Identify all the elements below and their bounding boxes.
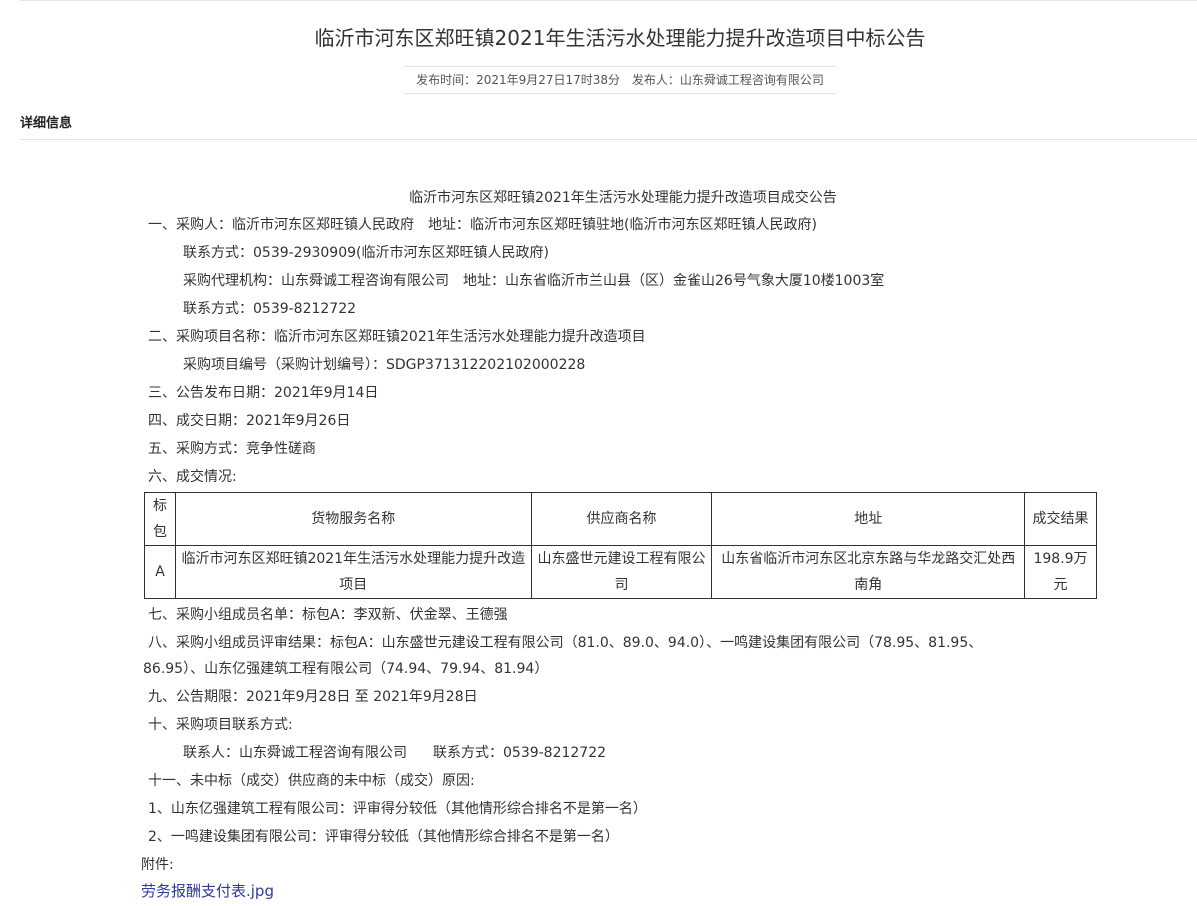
- cell-lot: A: [144, 545, 176, 599]
- contact-phone: 联系方式：0539-8212722: [433, 745, 607, 761]
- purchaser-line: 一、采购人：临沂市河东区郑旺镇人民政府 地址：临沂市河东区郑旺镇驻地(临沂市河东区…: [148, 215, 817, 235]
- header-result: 成交结果: [1024, 492, 1097, 546]
- table-header-row: 标包 货物服务名称 供应商名称 地址 成交结果: [144, 492, 1097, 546]
- contact-person: 联系人：山东舜诚工程咨询有限公司: [183, 745, 407, 761]
- review-results-line2: 86.95）、山东亿强建筑工程有限公司（74.94、79.94、81.94）: [143, 661, 549, 677]
- project-name: 二、采购项目名称：临沂市河东区郑旺镇2021年生活污水处理能力提升改造项目: [148, 329, 646, 345]
- agency: 采购代理机构：山东舜诚工程咨询有限公司: [183, 273, 449, 289]
- table-row: A 临沂市河东区郑旺镇2021年生活污水处理能力提升改造项目 山东盛世元建设工程…: [144, 545, 1097, 599]
- detail-section-label: 详细信息: [20, 116, 73, 131]
- announcement-title: 临沂市河东区郑旺镇2021年生活污水处理能力提升改造项目成交公告: [409, 190, 837, 206]
- deal-result-table: 标包 货物服务名称 供应商名称 地址 成交结果 A 临沂市河东区郑旺镇2021年…: [144, 492, 1097, 599]
- unsuccessful-reason-2: 2、一鸣建设集团有限公司：评审得分较低（其他情形综合排名不是第一名）: [148, 829, 619, 845]
- purchaser-address: 地址：临沂市河东区郑旺镇驻地(临沂市河东区郑旺镇人民政府): [428, 217, 817, 233]
- agency-line: 采购代理机构：山东舜诚工程咨询有限公司 地址：山东省临沂市兰山县（区）金雀山26号…: [183, 271, 884, 291]
- announce-date: 三、公告发布日期：2021年9月14日: [148, 385, 379, 401]
- unsuccessful-reason-1: 1、山东亿强建筑工程有限公司：评审得分较低（其他情形综合排名不是第一名）: [148, 801, 647, 817]
- attachment-label: 附件:: [141, 857, 174, 873]
- deal-date: 四、成交日期：2021年9月26日: [148, 413, 351, 429]
- review-results-line1: 八、采购小组成员评审结果：标包A：山东盛世元建设工程有限公司（81.0、89.0…: [148, 635, 983, 651]
- header-goods: 货物服务名称: [174, 492, 532, 546]
- header-supplier: 供应商名称: [530, 492, 713, 546]
- unsuccessful-heading: 十一、未中标（成交）供应商的未中标（成交）原因:: [148, 773, 475, 789]
- cell-result: 198.9万元: [1024, 545, 1097, 599]
- header-lot: 标包: [144, 492, 176, 546]
- contact-heading: 十、采购项目联系方式:: [148, 717, 293, 733]
- page-title: 临沂市河东区郑旺镇2021年生活污水处理能力提升改造项目中标公告: [314, 26, 926, 50]
- contact-line: 联系人：山东舜诚工程咨询有限公司 联系方式：0539-8212722: [183, 743, 606, 763]
- detail-divider: [20, 139, 1197, 140]
- project-code: 采购项目编号（采购计划编号）：SDGP371312202102000228: [183, 357, 586, 373]
- panel-members: 七、采购小组成员名单：标包A：李双新、伏金翠、王德强: [148, 607, 508, 623]
- agency-contact: 联系方式：0539-8212722: [183, 301, 357, 317]
- publish-meta: 发布时间：2021年9月27日17时38分 发布人：山东舜诚工程咨询有限公司: [404, 66, 836, 94]
- publish-time: 发布时间：2021年9月27日17时38分: [416, 73, 621, 87]
- attachment-link[interactable]: 劳务报酬支付表.jpg: [141, 881, 274, 901]
- procurement-method: 五、采购方式：竞争性磋商: [148, 441, 316, 457]
- cell-goods: 临沂市河东区郑旺镇2021年生活污水处理能力提升改造项目: [174, 545, 532, 599]
- top-divider: [20, 0, 1197, 1]
- cell-address: 山东省临沂市河东区北京东路与华龙路交汇处西南角: [711, 545, 1026, 599]
- cell-supplier: 山东盛世元建设工程有限公司: [530, 545, 713, 599]
- deal-info-heading: 六、成交情况:: [148, 469, 237, 485]
- agency-address: 地址：山东省临沂市兰山县（区）金雀山26号气象大厦10楼1003室: [463, 273, 885, 289]
- publisher: 发布人：山东舜诚工程咨询有限公司: [631, 73, 824, 87]
- header-address: 地址: [711, 492, 1026, 546]
- purchaser-contact: 联系方式：0539-2930909(临沂市河东区郑旺镇人民政府): [183, 245, 549, 261]
- announcement-period: 九、公告期限：2021年9月28日 至 2021年9月28日: [148, 689, 478, 705]
- purchaser: 一、采购人：临沂市河东区郑旺镇人民政府: [148, 217, 414, 233]
